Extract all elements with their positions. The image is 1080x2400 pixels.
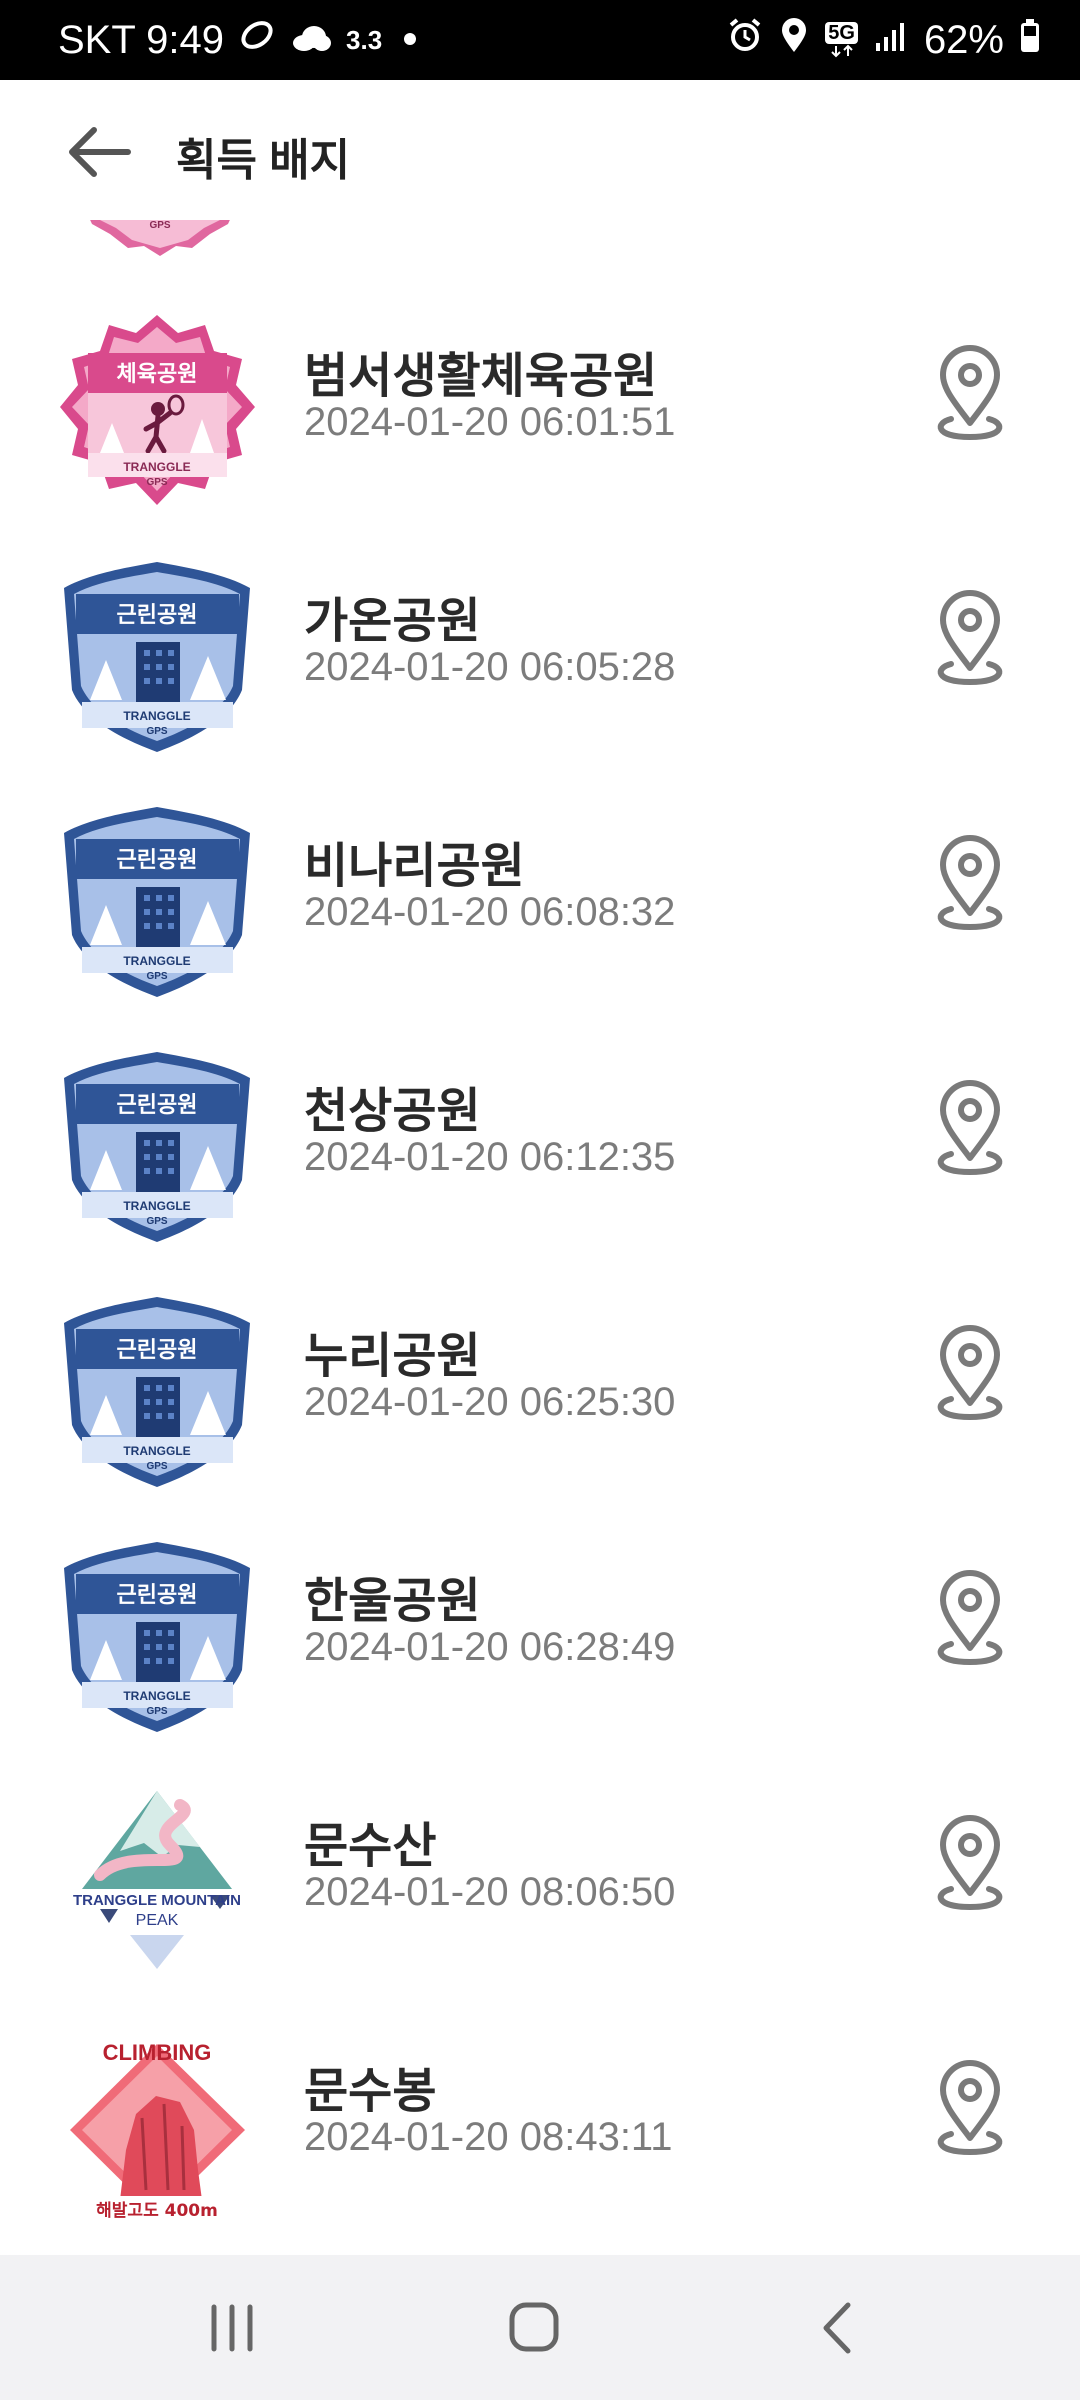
system-back-button[interactable] — [798, 2293, 878, 2363]
map-pin-icon — [937, 1815, 1003, 1911]
badge-gps-text: GPS — [149, 220, 170, 231]
app-bar: 획득 배지 — [0, 80, 1080, 220]
badge-name: 비나리공원 — [304, 840, 525, 893]
badge-name: 문수봉 — [304, 2065, 437, 2118]
back-arrow-icon — [69, 127, 131, 177]
list-item[interactable]: 근린공원 TRANGGLE GPS 한울공원 2024-01-20 06:28:… — [0, 1515, 1080, 1760]
badge-gps-text: GPS — [146, 1706, 167, 1717]
badge-name: 가온공원 — [304, 595, 481, 648]
list-item[interactable]: 근린공원 TRANGGLE GPS 누리공원 2024-01-20 06:25:… — [0, 1270, 1080, 1515]
badge-name: 한울공원 — [304, 1575, 481, 1628]
badge-altitude-text: 해발고도 400m — [96, 2201, 218, 2221]
system-nav-bar — [0, 2255, 1080, 2400]
badge-datetime: 2024-01-20 08:43:11 — [304, 2115, 673, 2159]
badge-category-label: 근린공원 — [117, 848, 198, 873]
map-pin-icon — [937, 835, 1003, 931]
network-label: 5G — [825, 22, 858, 44]
badge-datetime: 2024-01-20 06:25:30 — [304, 1380, 676, 1424]
5g-icon: 5G — [825, 22, 858, 58]
alarm-icon — [727, 17, 763, 63]
badge-tranggle-text: TRANGGLE — [123, 954, 190, 968]
badge-datetime: 2024-01-20 06:12:35 — [304, 1135, 676, 1179]
shoe-icon — [238, 16, 276, 64]
partial-badge-image: TRANGGLE GPS — [90, 220, 230, 256]
badge-datetime: 2024-01-20 06:08:32 — [304, 890, 676, 934]
badge-climbing-text: CLIMBING — [103, 2040, 212, 2065]
map-pin-icon — [937, 2060, 1003, 2156]
badge-gps-text: GPS — [146, 971, 167, 982]
neighborhood-park-badge: 근린공원 TRANGGLE GPS — [64, 1297, 250, 1487]
status-bar: SKT 9:49 3.3 5G 62% — [0, 0, 1080, 80]
signal-icon — [874, 18, 908, 63]
map-pin-icon — [937, 590, 1003, 686]
location-button[interactable] — [925, 1813, 1015, 1923]
badge-datetime: 2024-01-20 06:05:28 — [304, 645, 676, 689]
battery-text: 62% — [923, 17, 1004, 62]
home-button[interactable] — [494, 2293, 574, 2363]
neighborhood-park-badge: 근린공원 TRANGGLE GPS — [64, 1052, 250, 1242]
climbing-badge: CLIMBING 해발고도 400m — [70, 2040, 245, 2222]
badge-datetime: 2024-01-20 08:06:50 — [304, 1870, 676, 1914]
list-item[interactable]: 근린공원 TRANGGLE GPS 가온공원 2024-01-20 06:05:… — [0, 535, 1080, 780]
badge-category-label: 근린공원 — [117, 1583, 198, 1608]
battery-icon — [1020, 18, 1040, 63]
list-item[interactable]: TRANGGLE MOUNTAIN PEAK 문수산 2024-01-20 08… — [0, 1760, 1080, 2005]
back-icon — [823, 2302, 851, 2354]
badge-tranggle-text: TRANGGLE — [123, 1199, 190, 1213]
badge-datetime: 2024-01-20 06:01:51 — [304, 400, 676, 444]
recent-apps-button[interactable] — [192, 2293, 272, 2363]
badge-tranggle-text: TRANGGLE — [123, 1689, 190, 1703]
location-button[interactable] — [925, 1323, 1015, 1433]
dot-icon — [396, 18, 424, 63]
map-pin-icon — [937, 1080, 1003, 1176]
badge-gps-text: GPS — [146, 477, 167, 488]
neighborhood-park-badge: 근린공원 TRANGGLE GPS — [64, 1542, 250, 1732]
location-button[interactable] — [925, 1078, 1015, 1188]
badge-gps-text: GPS — [146, 726, 167, 737]
cloud-icon — [290, 18, 332, 63]
badge-name: 천상공원 — [304, 1085, 481, 1138]
neighborhood-park-badge: 근린공원 TRANGGLE GPS — [64, 807, 250, 997]
badge-tranggle-text: TRANGGLE — [123, 709, 190, 723]
map-pin-icon — [937, 1325, 1003, 1421]
badge-datetime: 2024-01-20 06:28:49 — [304, 1625, 676, 1669]
location-icon — [779, 16, 809, 64]
badge-list[interactable]: TRANGGLE GPS 체육공원 TRANGGLE GPS 범서생활체육공원 … — [0, 220, 1080, 2255]
sports-park-badge: 체육공원 TRANGGLE GPS — [60, 315, 255, 505]
list-item[interactable]: 근린공원 TRANGGLE GPS 비나리공원 2024-01-20 06:08… — [0, 780, 1080, 1025]
badge-mountain-text: TRANGGLE MOUNTAIN — [73, 1892, 241, 1909]
badge-name: 누리공원 — [304, 1330, 481, 1383]
badge-peak-text: PEAK — [136, 1912, 179, 1929]
badge-category-label: 근린공원 — [117, 1338, 198, 1363]
recent-apps-icon — [211, 2304, 253, 2352]
temperature: 3.3 — [346, 24, 383, 55]
mountain-peak-badge: TRANGGLE MOUNTAIN PEAK — [70, 1791, 245, 1975]
badge-name: 범서생활체육공원 — [304, 350, 658, 403]
badge-category-label: 근린공원 — [117, 1093, 198, 1118]
list-item[interactable]: 체육공원 TRANGGLE GPS 범서생활체육공원 2024-01-20 06… — [0, 290, 1080, 535]
location-button[interactable] — [925, 588, 1015, 698]
location-button[interactable] — [925, 2058, 1015, 2168]
badge-category-label: 근린공원 — [117, 603, 198, 628]
carrier-time: SKT 9:49 — [58, 17, 225, 62]
location-button[interactable] — [925, 833, 1015, 943]
neighborhood-park-badge: 근린공원 TRANGGLE GPS — [64, 562, 250, 752]
home-icon — [509, 2302, 559, 2352]
list-item[interactable]: 근린공원 TRANGGLE GPS 천상공원 2024-01-20 06:12:… — [0, 1025, 1080, 1270]
badge-name: 문수산 — [304, 1820, 437, 1873]
map-pin-icon — [937, 1570, 1003, 1666]
location-button[interactable] — [925, 343, 1015, 453]
page-title: 획득 배지 — [176, 136, 351, 185]
badge-gps-text: GPS — [146, 1461, 167, 1472]
badge-tranggle-text: TRANGGLE — [123, 1444, 190, 1458]
badge-gps-text: GPS — [146, 1216, 167, 1227]
location-button[interactable] — [925, 1568, 1015, 1678]
badge-tranggle-text: TRANGGLE — [123, 460, 190, 474]
map-pin-icon — [937, 345, 1003, 441]
back-button[interactable] — [64, 122, 134, 182]
badge-category-label: 체육공원 — [117, 362, 198, 387]
list-item[interactable]: CLIMBING 해발고도 400m 문수봉 2024-01-20 08:43:… — [0, 2005, 1080, 2250]
